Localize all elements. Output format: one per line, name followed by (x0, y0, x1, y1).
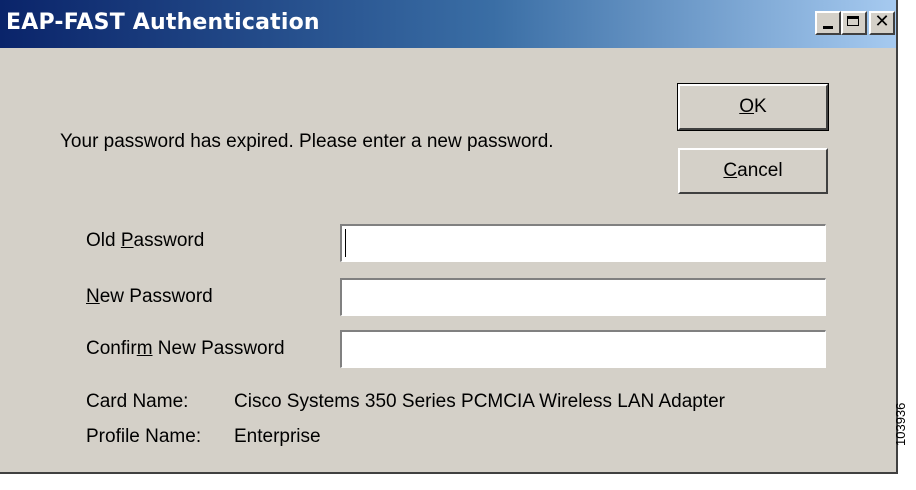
new-password-field[interactable] (340, 278, 826, 316)
expired-message: Your password has expired. Please enter … (60, 131, 554, 152)
old-password-label-before: Old (86, 230, 121, 251)
new-password-label: New Password (86, 286, 213, 308)
minimize-icon (823, 26, 833, 29)
profile-name-value: Enterprise (234, 426, 321, 447)
close-button[interactable]: ✕ (869, 11, 895, 35)
cancel-button[interactable]: Cancel (678, 148, 828, 194)
profile-name-label: Profile Name: (86, 426, 202, 447)
ok-label-rest: K (754, 96, 767, 117)
title-bar[interactable]: EAP-FAST Authentication ✕ (0, 0, 896, 48)
maximize-icon (847, 16, 859, 26)
ok-button[interactable]: OK (677, 83, 829, 131)
new-password-mnemonic: N (86, 286, 100, 307)
maximize-button[interactable] (841, 11, 867, 35)
confirm-password-field[interactable] (340, 330, 826, 368)
card-name-value: Cisco Systems 350 Series PCMCIA Wireless… (234, 391, 726, 412)
old-password-mnemonic: P (120, 230, 134, 251)
confirm-password-label-before: Confir (86, 338, 137, 359)
minimize-button[interactable] (815, 11, 841, 35)
cancel-label-rest: ancel (737, 160, 783, 181)
confirm-password-mnemonic: m (136, 338, 153, 359)
new-password-label-after: ew Password (99, 286, 213, 307)
old-password-label-after: assword (133, 230, 205, 251)
old-password-label: Old Password (86, 230, 204, 252)
card-name-label: Card Name: (86, 391, 189, 412)
figure-code: 103936 (893, 402, 908, 446)
confirm-password-label: Confirm New Password (86, 338, 285, 360)
eap-fast-dialog: EAP-FAST Authentication ✕ Your password … (0, 0, 898, 474)
ok-mnemonic: O (739, 96, 755, 117)
old-password-field[interactable] (340, 224, 826, 262)
text-caret (345, 229, 346, 257)
close-icon: ✕ (874, 11, 890, 32)
window-title: EAP-FAST Authentication (6, 10, 320, 35)
cancel-mnemonic: C (723, 160, 738, 181)
confirm-password-label-after: New Password (152, 338, 285, 359)
